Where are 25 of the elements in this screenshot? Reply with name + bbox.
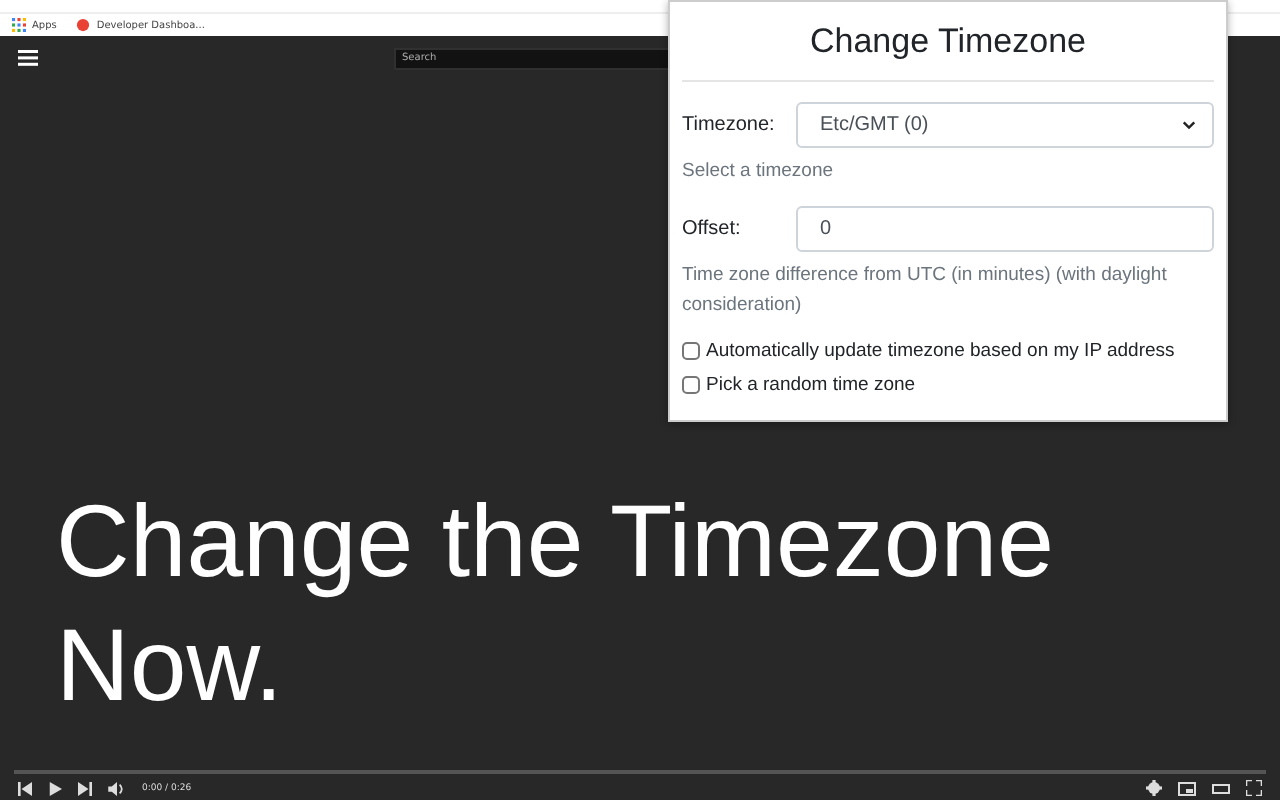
offset-field[interactable]: 0	[796, 206, 1214, 252]
offset-help-text: Time zone difference from UTC (in minutes) (with daylight consideration)	[682, 262, 1169, 320]
play-icon[interactable]	[48, 781, 62, 795]
timezone-label: Timezone:	[682, 114, 777, 136]
checkbox[interactable]	[682, 376, 700, 394]
previous-icon[interactable]	[18, 781, 32, 795]
next-icon[interactable]	[78, 781, 92, 795]
chevron-down-icon	[1182, 120, 1196, 130]
video-title-text: Now.	[56, 606, 285, 726]
theater-mode-icon[interactable]	[1212, 783, 1230, 793]
timezone-help-text: Select a timezone	[682, 158, 836, 186]
timezone-select[interactable]: Etc/GMT (0)	[796, 102, 1214, 148]
offset-label: Offset:	[682, 218, 743, 240]
miniplayer-icon[interactable]	[1178, 781, 1196, 795]
popup-title: Change Timezone	[808, 20, 1088, 64]
checkbox[interactable]	[682, 342, 700, 360]
menu-icon[interactable]	[18, 50, 38, 66]
page-favicon-icon	[76, 18, 91, 32]
volume-icon[interactable]	[108, 781, 126, 795]
checkbox-label: Automatically update timezone based on my IP address	[706, 340, 1175, 362]
checkbox-label: Pick a random time zone	[706, 374, 916, 396]
settings-icon[interactable]	[1146, 780, 1162, 796]
fullscreen-icon[interactable]	[1246, 780, 1262, 796]
video-title-text: Change the Timezone	[56, 482, 1056, 602]
apps-grid-icon	[12, 18, 26, 32]
